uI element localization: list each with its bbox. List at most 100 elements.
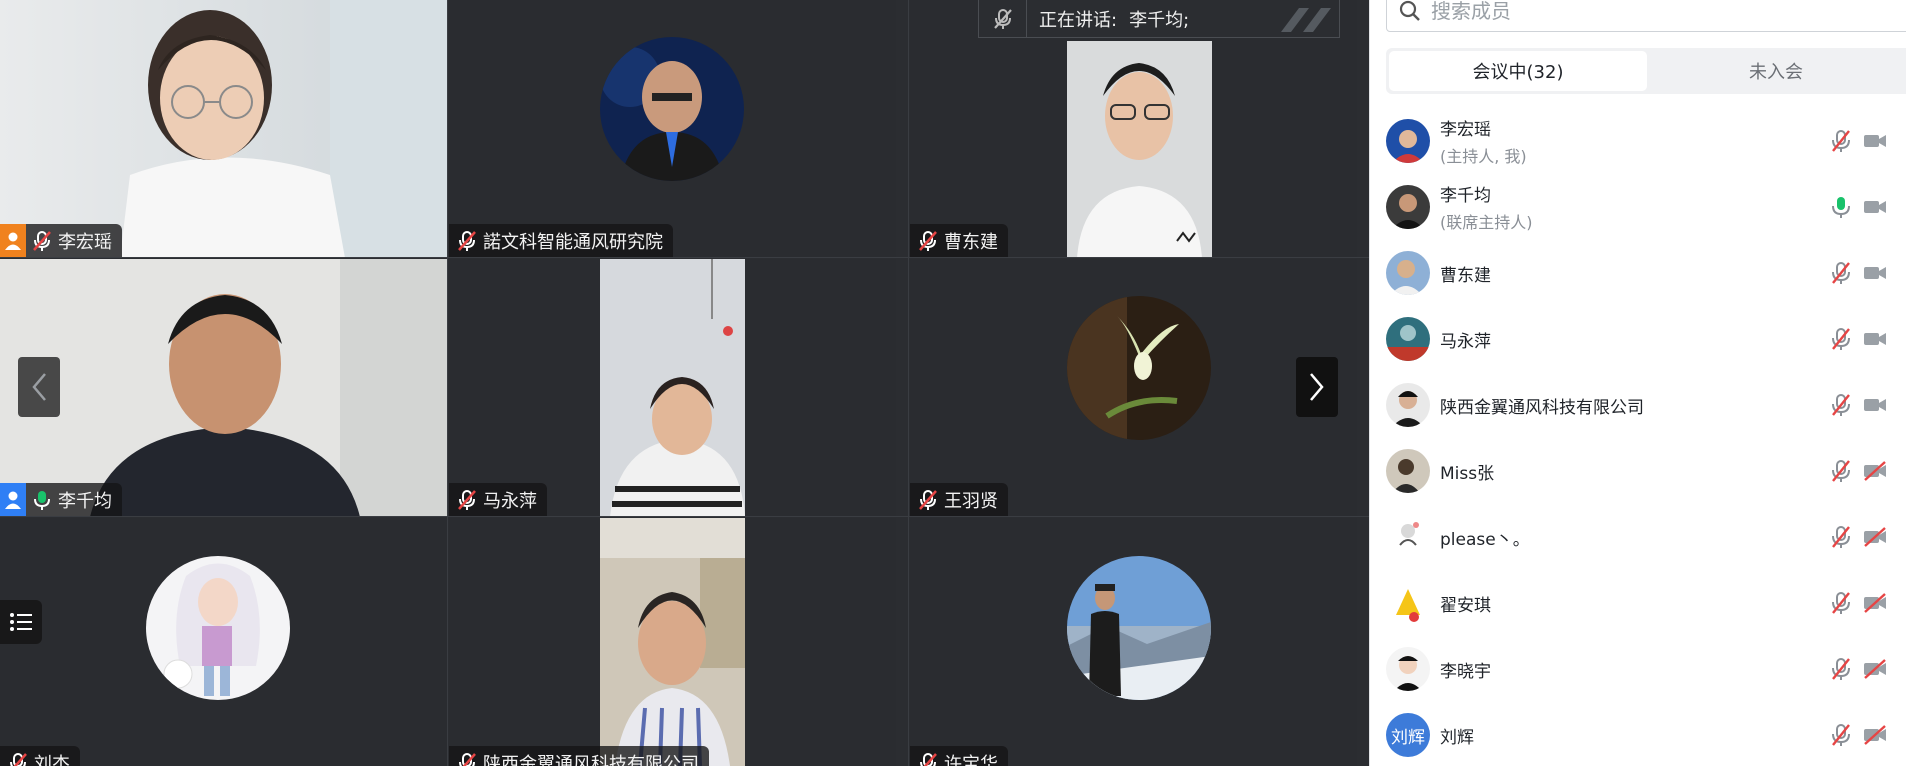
cohost-user-icon (0, 483, 26, 517)
participant-name: 李宏瑶 (58, 232, 112, 253)
participant-nametag: 许宝华 (910, 746, 1008, 766)
camera-off-icon[interactable] (1863, 461, 1887, 481)
grid-divider (447, 0, 448, 766)
avatar (1386, 119, 1430, 163)
member-row[interactable]: Miss张 (1370, 438, 1906, 504)
member-row[interactable]: please丶。 (1370, 504, 1906, 570)
mic-muted-icon[interactable] (1830, 591, 1852, 615)
mic-muted-icon[interactable] (1830, 393, 1852, 417)
mic-muted-icon[interactable] (1830, 459, 1852, 483)
member-name: 翟安琪 (1440, 595, 1491, 616)
participant-name: 曹东建 (944, 232, 998, 253)
member-name: 马永萍 (1440, 331, 1491, 352)
member-role: (联席主持人) (1440, 213, 1533, 232)
video-tile-4[interactable]: 李千均 (0, 259, 447, 517)
video-tile-5[interactable]: 马永萍 (449, 259, 896, 517)
participant-avatar (600, 37, 744, 181)
camera-on-icon[interactable] (1863, 329, 1887, 349)
avatar (1386, 515, 1430, 559)
participant-name: 陕西金翼通风科技有限公司 (483, 754, 699, 766)
mic-muted-icon (459, 753, 476, 766)
member-row[interactable]: 李千均 (联席主持人) (1370, 174, 1906, 240)
mic-on-icon (34, 491, 50, 510)
camera-on-icon[interactable] (1863, 197, 1887, 217)
member-row[interactable]: 李宏瑶 (主持人, 我) (1370, 108, 1906, 174)
grid-divider (908, 0, 909, 766)
video-tile-3[interactable]: 曹东建 (910, 0, 1357, 258)
participant-name: 諾文科智能通风研究院 (483, 232, 663, 253)
video-tile-6[interactable]: 王羽贤 (910, 259, 1357, 517)
host-user-icon (0, 224, 26, 258)
participant-nametag: 曹东建 (910, 224, 1008, 258)
mic-muted-icon[interactable] (1830, 327, 1852, 351)
participant-name: 刘杰 (34, 754, 70, 766)
video-tile-1[interactable]: 李宏瑶 (0, 0, 447, 258)
member-row[interactable]: 刘辉 刘辉 (1370, 702, 1906, 766)
next-page-button[interactable] (1296, 357, 1338, 417)
tab-not-joined[interactable]: 未入会 (1647, 51, 1905, 91)
camera-off-icon[interactable] (1863, 725, 1887, 745)
participant-avatar (1067, 296, 1211, 440)
grid-divider (0, 516, 1369, 517)
participant-nametag: 王羽贤 (910, 483, 1008, 517)
video-tile-8[interactable]: 陕西金翼通风科技有限公司 (449, 518, 896, 766)
video-tile-9[interactable]: 许宝华 (910, 518, 1357, 766)
search-input[interactable] (1431, 0, 1831, 23)
participant-video (600, 259, 745, 517)
mic-muted-icon (458, 490, 476, 510)
avatar (1386, 581, 1430, 625)
mic-muted-icon[interactable] (1830, 261, 1852, 285)
avatar: 刘辉 (1386, 713, 1430, 757)
participant-nametag: 李千均 (0, 483, 122, 517)
mic-muted-icon (10, 753, 27, 766)
member-name: 李千均 (1440, 186, 1491, 206)
participant-nametag: 马永萍 (449, 483, 547, 517)
video-tile-7[interactable]: 刘杰 (0, 518, 447, 766)
video-tile-2[interactable]: 諾文科智能通风研究院 (449, 0, 896, 258)
camera-on-icon[interactable] (1863, 131, 1887, 151)
mic-muted-icon[interactable] (1830, 657, 1852, 681)
member-name: Miss张 (1440, 463, 1495, 484)
member-row[interactable]: 翟安琪 (1370, 570, 1906, 636)
camera-on-icon[interactable] (1863, 395, 1887, 415)
participant-nametag: 李宏瑶 (0, 224, 122, 258)
member-search-box[interactable] (1386, 0, 1906, 32)
mic-muted-icon[interactable] (1830, 129, 1852, 153)
camera-off-icon[interactable] (1863, 527, 1887, 547)
mic-muted-icon[interactable] (1830, 525, 1852, 549)
participant-video (1067, 41, 1212, 258)
member-role: (主持人, 我) (1440, 147, 1527, 166)
avatar (1386, 185, 1430, 229)
member-name: 刘辉 (1440, 727, 1474, 748)
participant-name: 许宝华 (944, 754, 998, 766)
camera-off-icon[interactable] (1863, 659, 1887, 679)
previous-page-button[interactable] (18, 357, 60, 417)
layout-list-button[interactable] (0, 600, 42, 644)
camera-off-icon[interactable] (1863, 593, 1887, 613)
search-icon (1399, 0, 1420, 21)
camera-on-icon[interactable] (1863, 263, 1887, 283)
avatar (1386, 647, 1430, 691)
member-name: please丶。 (1440, 529, 1530, 550)
participant-name: 马永萍 (483, 491, 537, 512)
member-row[interactable]: 马永萍 (1370, 306, 1906, 372)
mic-muted-icon (33, 231, 51, 251)
mic-on-icon[interactable] (1830, 195, 1852, 219)
member-list: 李宏瑶 (主持人, 我) 李千均 (联席主持人) 曹东建 马永萍 陕西金翼通风科… (1370, 108, 1906, 766)
member-name: 曹东建 (1440, 265, 1491, 286)
avatar (1386, 251, 1430, 295)
participant-avatar (1067, 556, 1211, 700)
member-row[interactable]: 曹东建 (1370, 240, 1906, 306)
chevron-left-icon (32, 373, 46, 401)
active-speaker-banner: 正在讲话: 李千均; (978, 0, 1340, 38)
list-icon (10, 613, 32, 631)
mic-muted-icon[interactable] (1830, 723, 1852, 747)
participant-nametag: 諾文科智能通风研究院 (449, 224, 673, 258)
tab-in-meeting[interactable]: 会议中(32) (1389, 51, 1647, 91)
avatar (1386, 383, 1430, 427)
member-row[interactable]: 李晓宇 (1370, 636, 1906, 702)
members-panel: 会议中(32) 未入会 李宏瑶 (主持人, 我) 李千均 (联席主持人) 曹东建 (1369, 0, 1906, 766)
participant-video (600, 518, 745, 766)
member-row[interactable]: 陕西金翼通风科技有限公司 (1370, 372, 1906, 438)
member-tabs: 会议中(32) 未入会 (1386, 48, 1906, 94)
